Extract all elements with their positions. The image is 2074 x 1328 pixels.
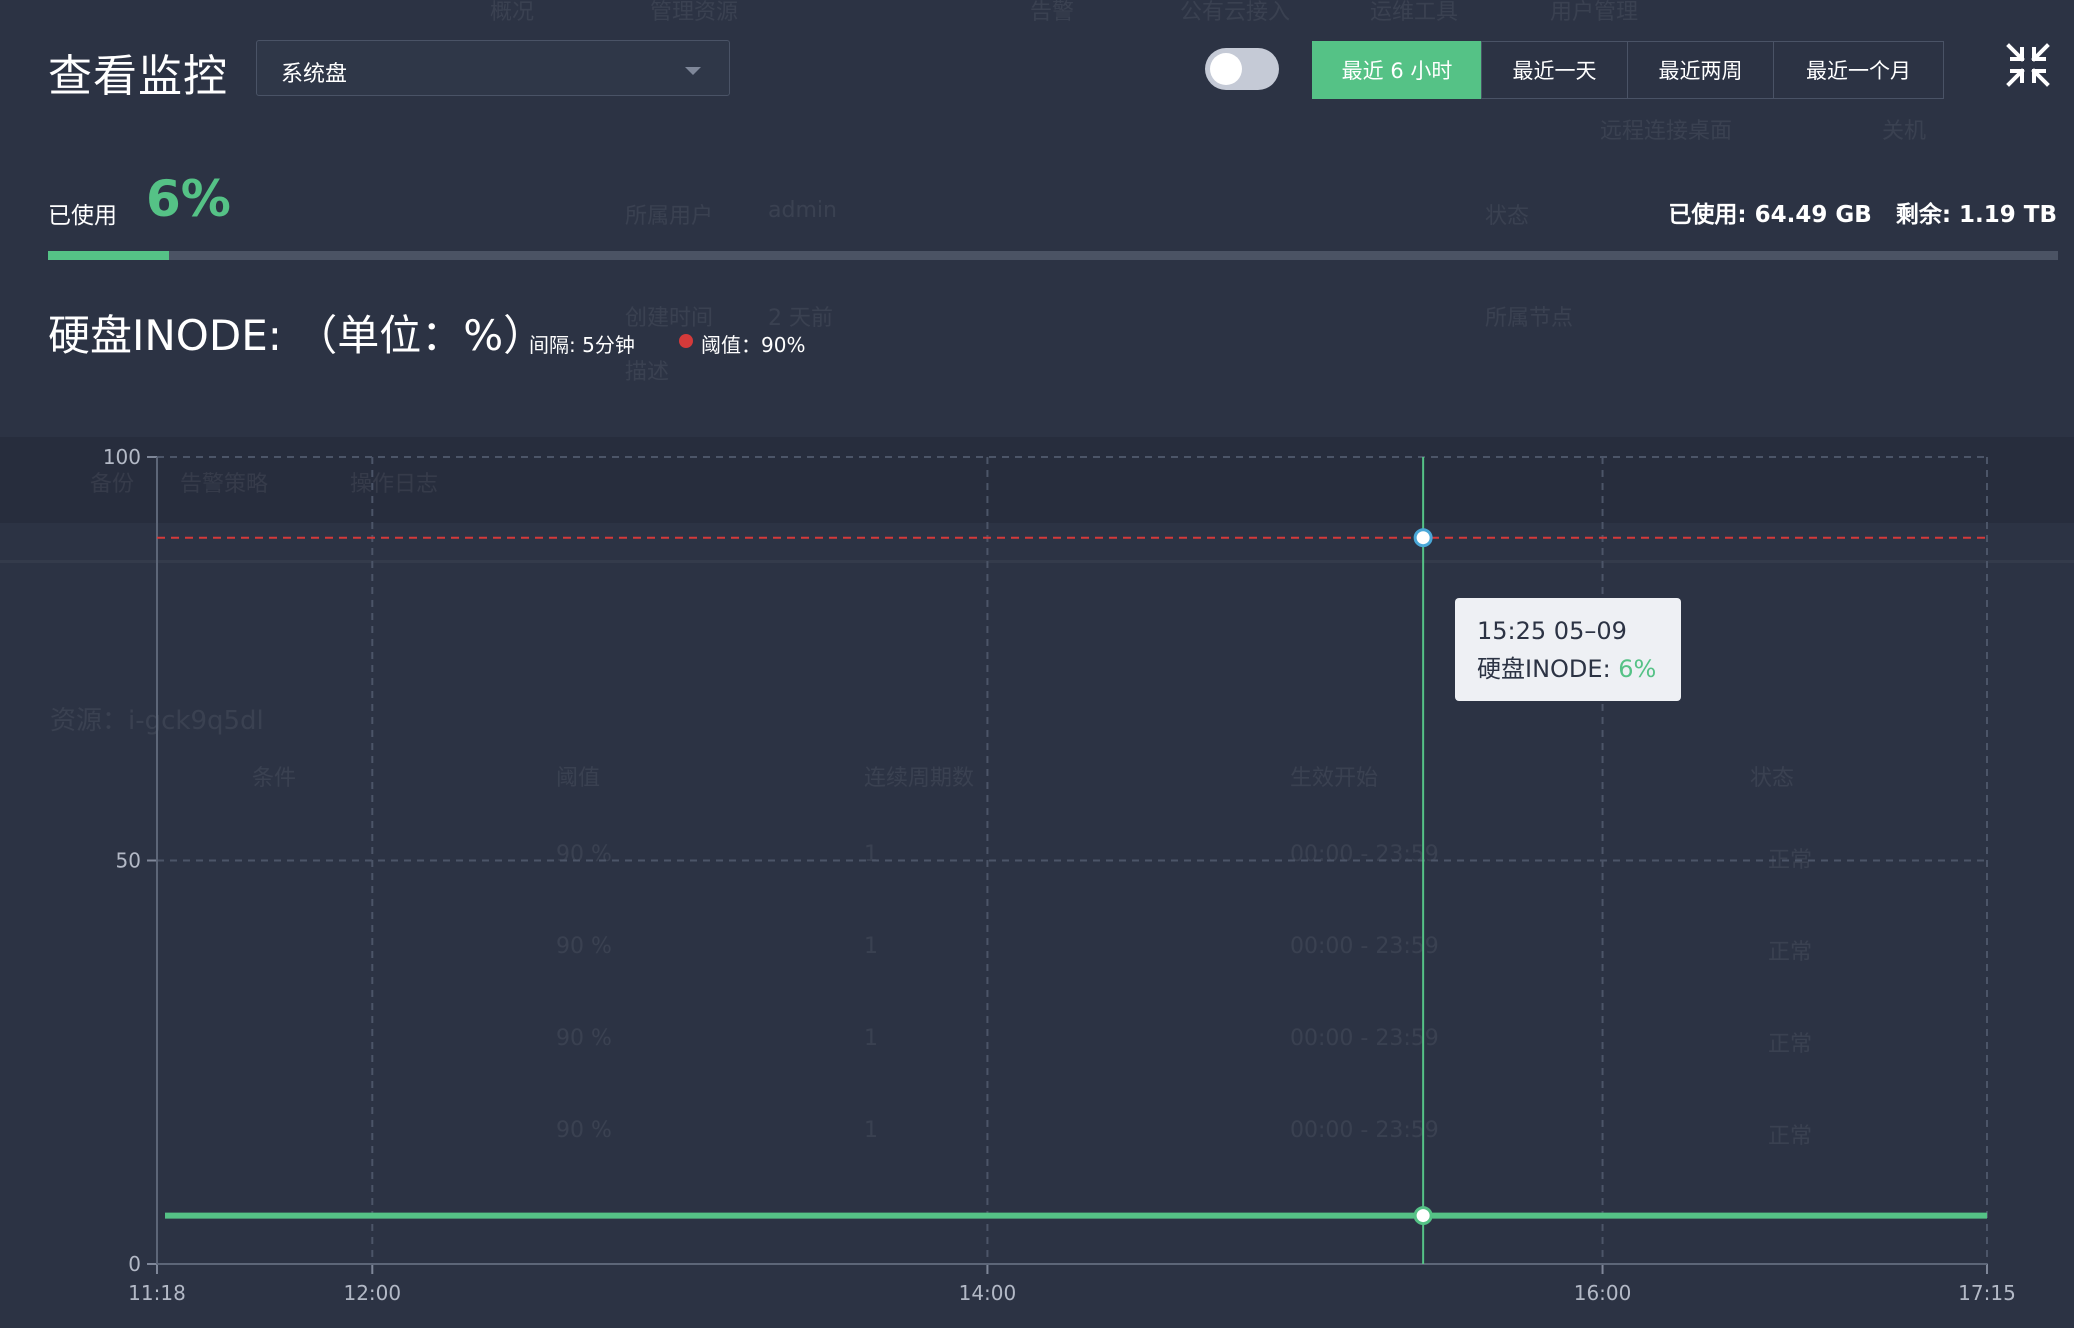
monitor-modal: 概况 管理资源 告警 公有云接入 运维工具 用户管理 远程连接桌面 关机 所属用… [0, 0, 2074, 1328]
x-tick-label: 17:15 [1958, 1281, 2016, 1305]
x-tick-label: 16:00 [1574, 1281, 1632, 1305]
tooltip-value: 6% [1618, 655, 1657, 683]
tooltip-label: 硬盘INODE: [1477, 655, 1619, 683]
chart-tooltip: 15:25 05–09 硬盘INODE: 6% [1455, 598, 1681, 701]
hover-data-point [1413, 1206, 1433, 1226]
y-tick-label: 100 [103, 445, 141, 469]
x-tick-label: 11:18 [128, 1281, 186, 1305]
inode-line-chart[interactable]: 0 50 100 11:18 12:00 14:00 16:00 17:15 [0, 0, 2074, 1328]
hover-threshold-point [1413, 528, 1433, 548]
y-tick-label: 50 [116, 849, 141, 873]
x-tick-label: 12:00 [343, 1281, 401, 1305]
tooltip-time: 15:25 05–09 [1477, 617, 1627, 645]
tooltip-line: 硬盘INODE: 6% [1477, 650, 1659, 688]
y-tick-label: 0 [128, 1252, 141, 1276]
x-tick-label: 14:00 [959, 1281, 1017, 1305]
